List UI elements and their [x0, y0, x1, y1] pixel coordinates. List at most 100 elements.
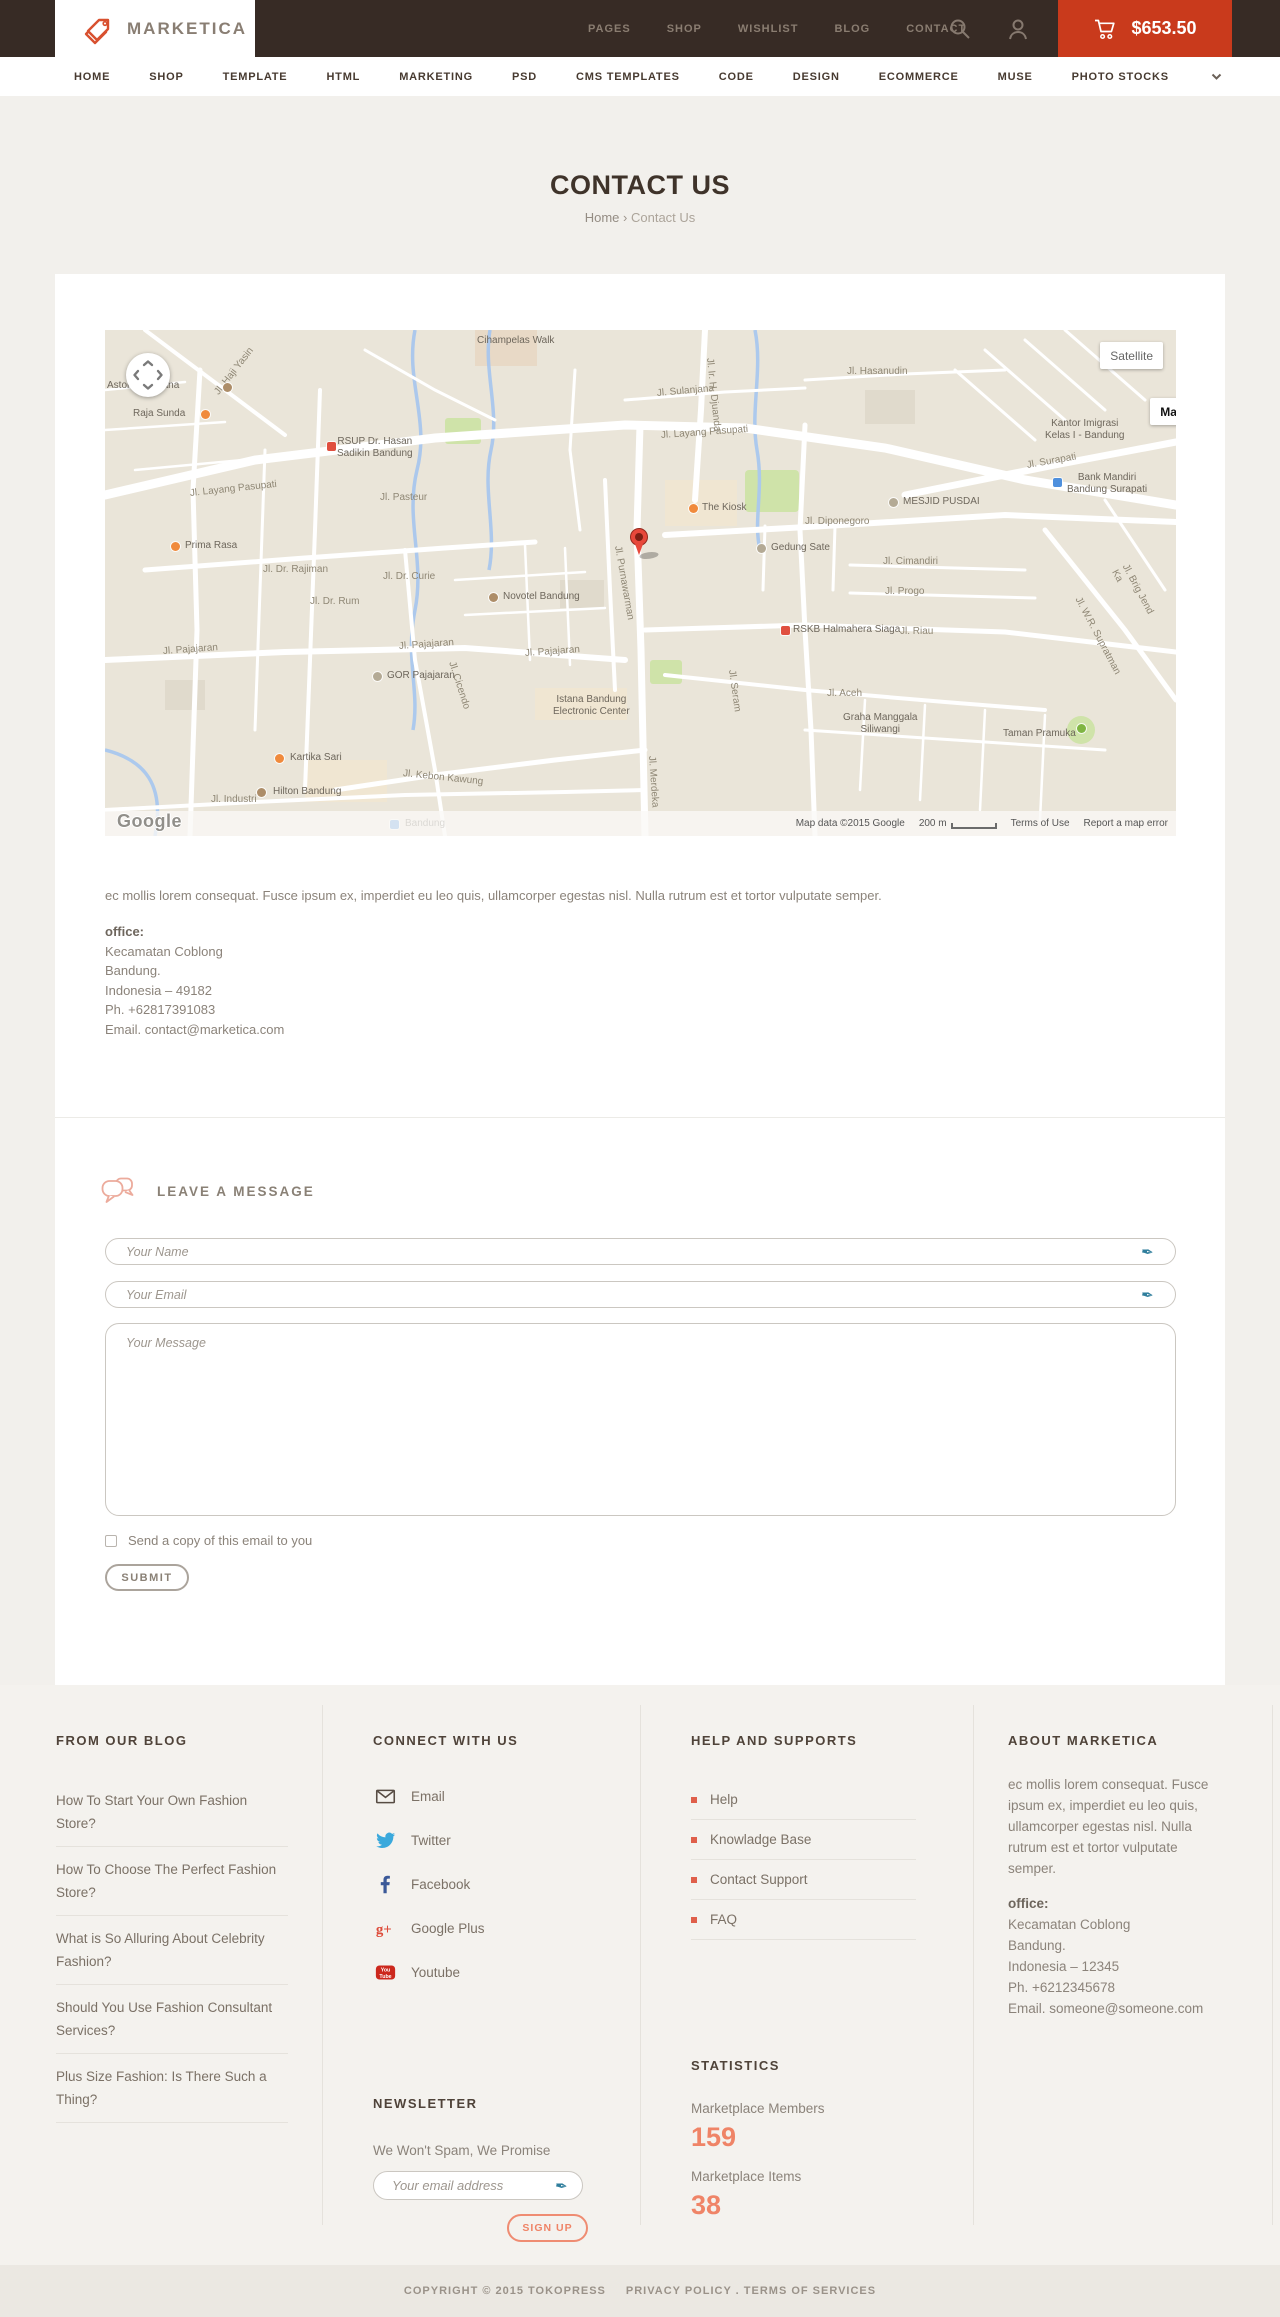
report-map-error-link[interactable]: Report a map error	[1084, 818, 1168, 829]
category-nav: HOME SHOP TEMPLATE HTML MARKETING PSD CMS TEMP…	[0, 57, 1280, 96]
header-nav-item[interactable]: WISHLIST	[738, 23, 799, 35]
category-nav-item[interactable]: MUSE	[998, 71, 1033, 83]
social-link[interactable]: Youtube	[373, 1950, 623, 1994]
map-type-map-button[interactable]: Map	[1150, 398, 1176, 425]
blog-post-link[interactable]: What is So Alluring About Celebrity Fash…	[56, 1916, 288, 1985]
header-nav-item[interactable]: BLOG	[834, 23, 870, 35]
help-link-label: Help	[710, 1792, 738, 1807]
statistic-value: 159	[691, 2122, 737, 2152]
help-link[interactable]: Contact Support	[691, 1860, 916, 1900]
category-nav-item[interactable]: CODE	[719, 71, 754, 83]
signup-button[interactable]: SIGN UP	[507, 2214, 588, 2242]
chevron-down-icon[interactable]	[1210, 70, 1223, 83]
footer-connect-column: CONNECT WITH US Email Twitter Facebook G…	[373, 1733, 623, 2242]
help-link[interactable]: FAQ	[691, 1900, 916, 1940]
office-address-line: Indonesia – 49182	[105, 982, 212, 998]
send-copy-row: Send a copy of this email to you	[105, 1533, 312, 1548]
newsletter-heading: NEWSLETTER	[373, 2096, 478, 2111]
brand-logo[interactable]: MARKETICA	[55, 0, 255, 57]
office-label: office:	[105, 924, 144, 939]
footer: FROM OUR BLOG How To Start Your Own Fash…	[0, 1685, 1280, 2265]
bullet-icon	[691, 1916, 697, 1923]
help-link-label: Contact Support	[710, 1872, 808, 1887]
social-label: Google Plus	[411, 1920, 485, 1936]
statistic-item: Marketplace Items 38	[691, 2169, 825, 2221]
page-head: CONTACT US Home › Contact Us	[0, 170, 1280, 225]
pen-icon: ✒	[1139, 1286, 1155, 1305]
header-nav-item[interactable]: PAGES	[588, 23, 631, 35]
category-nav-item[interactable]: TEMPLATE	[223, 71, 288, 83]
footer-column-divider	[322, 1705, 323, 2225]
privacy-policy-link[interactable]: PRIVACY POLICY	[626, 2285, 732, 2297]
social-label: Twitter	[411, 1832, 451, 1848]
category-nav-item[interactable]: MARKETING	[399, 71, 473, 83]
statistic-label: Marketplace Items	[691, 2169, 802, 2184]
about-address-line: Kecamatan Coblong	[1008, 1917, 1131, 1932]
chat-bubbles-icon	[101, 1177, 134, 1203]
form-heading-row: LEAVE A MESSAGE	[101, 1177, 315, 1205]
blog-post-link[interactable]: How To Start Your Own Fashion Store?	[56, 1778, 288, 1847]
message-textarea[interactable]	[105, 1323, 1176, 1516]
category-nav-item[interactable]: PSD	[512, 71, 537, 83]
map-pan-control[interactable]	[126, 353, 170, 397]
cart-button[interactable]: $653.50	[1058, 0, 1232, 57]
header-nav-item[interactable]: SHOP	[667, 23, 702, 35]
copyright-text: COPYRIGHT © 2015 TOKOPRESS	[403, 2285, 606, 2297]
send-copy-label: Send a copy of this email to you	[128, 1533, 313, 1548]
user-account-icon[interactable]	[1006, 17, 1030, 41]
help-link[interactable]: Help	[691, 1780, 916, 1820]
footer-column-divider	[640, 1705, 641, 2225]
office-address-line: Email. contact@marketica.com	[105, 1021, 285, 1037]
newsletter-email-input[interactable]	[373, 2171, 583, 2200]
submit-button[interactable]: SUBMIT	[105, 1564, 189, 1591]
terms-link[interactable]: TERMS OF SERVICES	[744, 2285, 876, 2297]
breadcrumb-home[interactable]: Home	[585, 210, 620, 225]
statistic-item: Marketplace Members 159	[691, 2101, 825, 2153]
office-address-line: Bandung.	[105, 963, 161, 978]
location-pin[interactable]	[630, 528, 648, 555]
blog-post-link[interactable]: Plus Size Fashion: Is There Such a Thing…	[56, 2054, 288, 2123]
category-nav-item[interactable]: HTML	[326, 71, 360, 83]
map-scale-bar	[950, 823, 997, 829]
newsletter-tagline: We Won't Spam, We Promise	[373, 2143, 551, 2158]
bullet-icon	[691, 1836, 697, 1843]
social-link[interactable]: Twitter	[373, 1818, 623, 1862]
social-link[interactable]: Email	[373, 1774, 623, 1818]
blog-post-list: How To Start Your Own Fashion Store? How …	[56, 1778, 288, 2123]
search-icon[interactable]	[948, 17, 972, 41]
blog-post-link[interactable]: Should You Use Fashion Consultant Servic…	[56, 1985, 288, 2054]
social-icon	[373, 1786, 397, 1807]
bullet-icon	[691, 1876, 697, 1883]
pen-icon: ✒	[1139, 1243, 1155, 1262]
page-title: CONTACT US	[550, 170, 730, 200]
google-map[interactable]: Cihampelas Walk Jl. Hasanudin Jl. Haji Yas…	[105, 330, 1176, 836]
social-label: Email	[411, 1788, 445, 1804]
send-copy-checkbox[interactable]	[105, 1534, 117, 1547]
blog-post-link[interactable]: How To Choose The Perfect Fashion Store?	[56, 1847, 288, 1916]
category-nav-item[interactable]: SHOP	[149, 71, 183, 83]
cart-icon	[1095, 19, 1116, 39]
help-link[interactable]: Knowladge Base	[691, 1820, 916, 1860]
email-input[interactable]	[105, 1281, 1176, 1308]
blog-heading: FROM OUR BLOG	[56, 1733, 188, 1748]
office-address-line: Kecamatan Coblong	[105, 943, 223, 959]
category-nav-item[interactable]: PHOTO STOCKS	[1072, 71, 1169, 83]
category-nav-item[interactable]: CMS TEMPLATES	[576, 71, 680, 83]
social-label: Facebook	[411, 1876, 471, 1892]
name-input[interactable]	[105, 1238, 1176, 1265]
category-nav-item[interactable]: HOME	[74, 71, 110, 83]
breadcrumb: Home › Contact Us	[0, 210, 1280, 225]
about-address-line: Indonesia – 12345	[1008, 1959, 1120, 1974]
statistics-list: Marketplace Members 159 Marketplace Item…	[691, 2101, 825, 2237]
category-nav-item[interactable]: DESIGN	[793, 71, 840, 83]
social-link[interactable]: Facebook	[373, 1862, 623, 1906]
category-nav-item[interactable]: ECOMMERCE	[879, 71, 959, 83]
social-link[interactable]: Google Plus	[373, 1906, 623, 1950]
connect-heading: CONNECT WITH US	[373, 1733, 519, 1748]
help-heading: HELP AND SUPPORTS	[691, 1733, 858, 1748]
statistic-label: Marketplace Members	[691, 2101, 825, 2116]
map-type-satellite-button[interactable]: Satellite	[1100, 342, 1163, 369]
statistics-heading: STATISTICS	[691, 2058, 780, 2073]
terms-of-use-link[interactable]: Terms of Use	[1011, 818, 1070, 829]
form-heading: LEAVE A MESSAGE	[157, 1183, 315, 1199]
